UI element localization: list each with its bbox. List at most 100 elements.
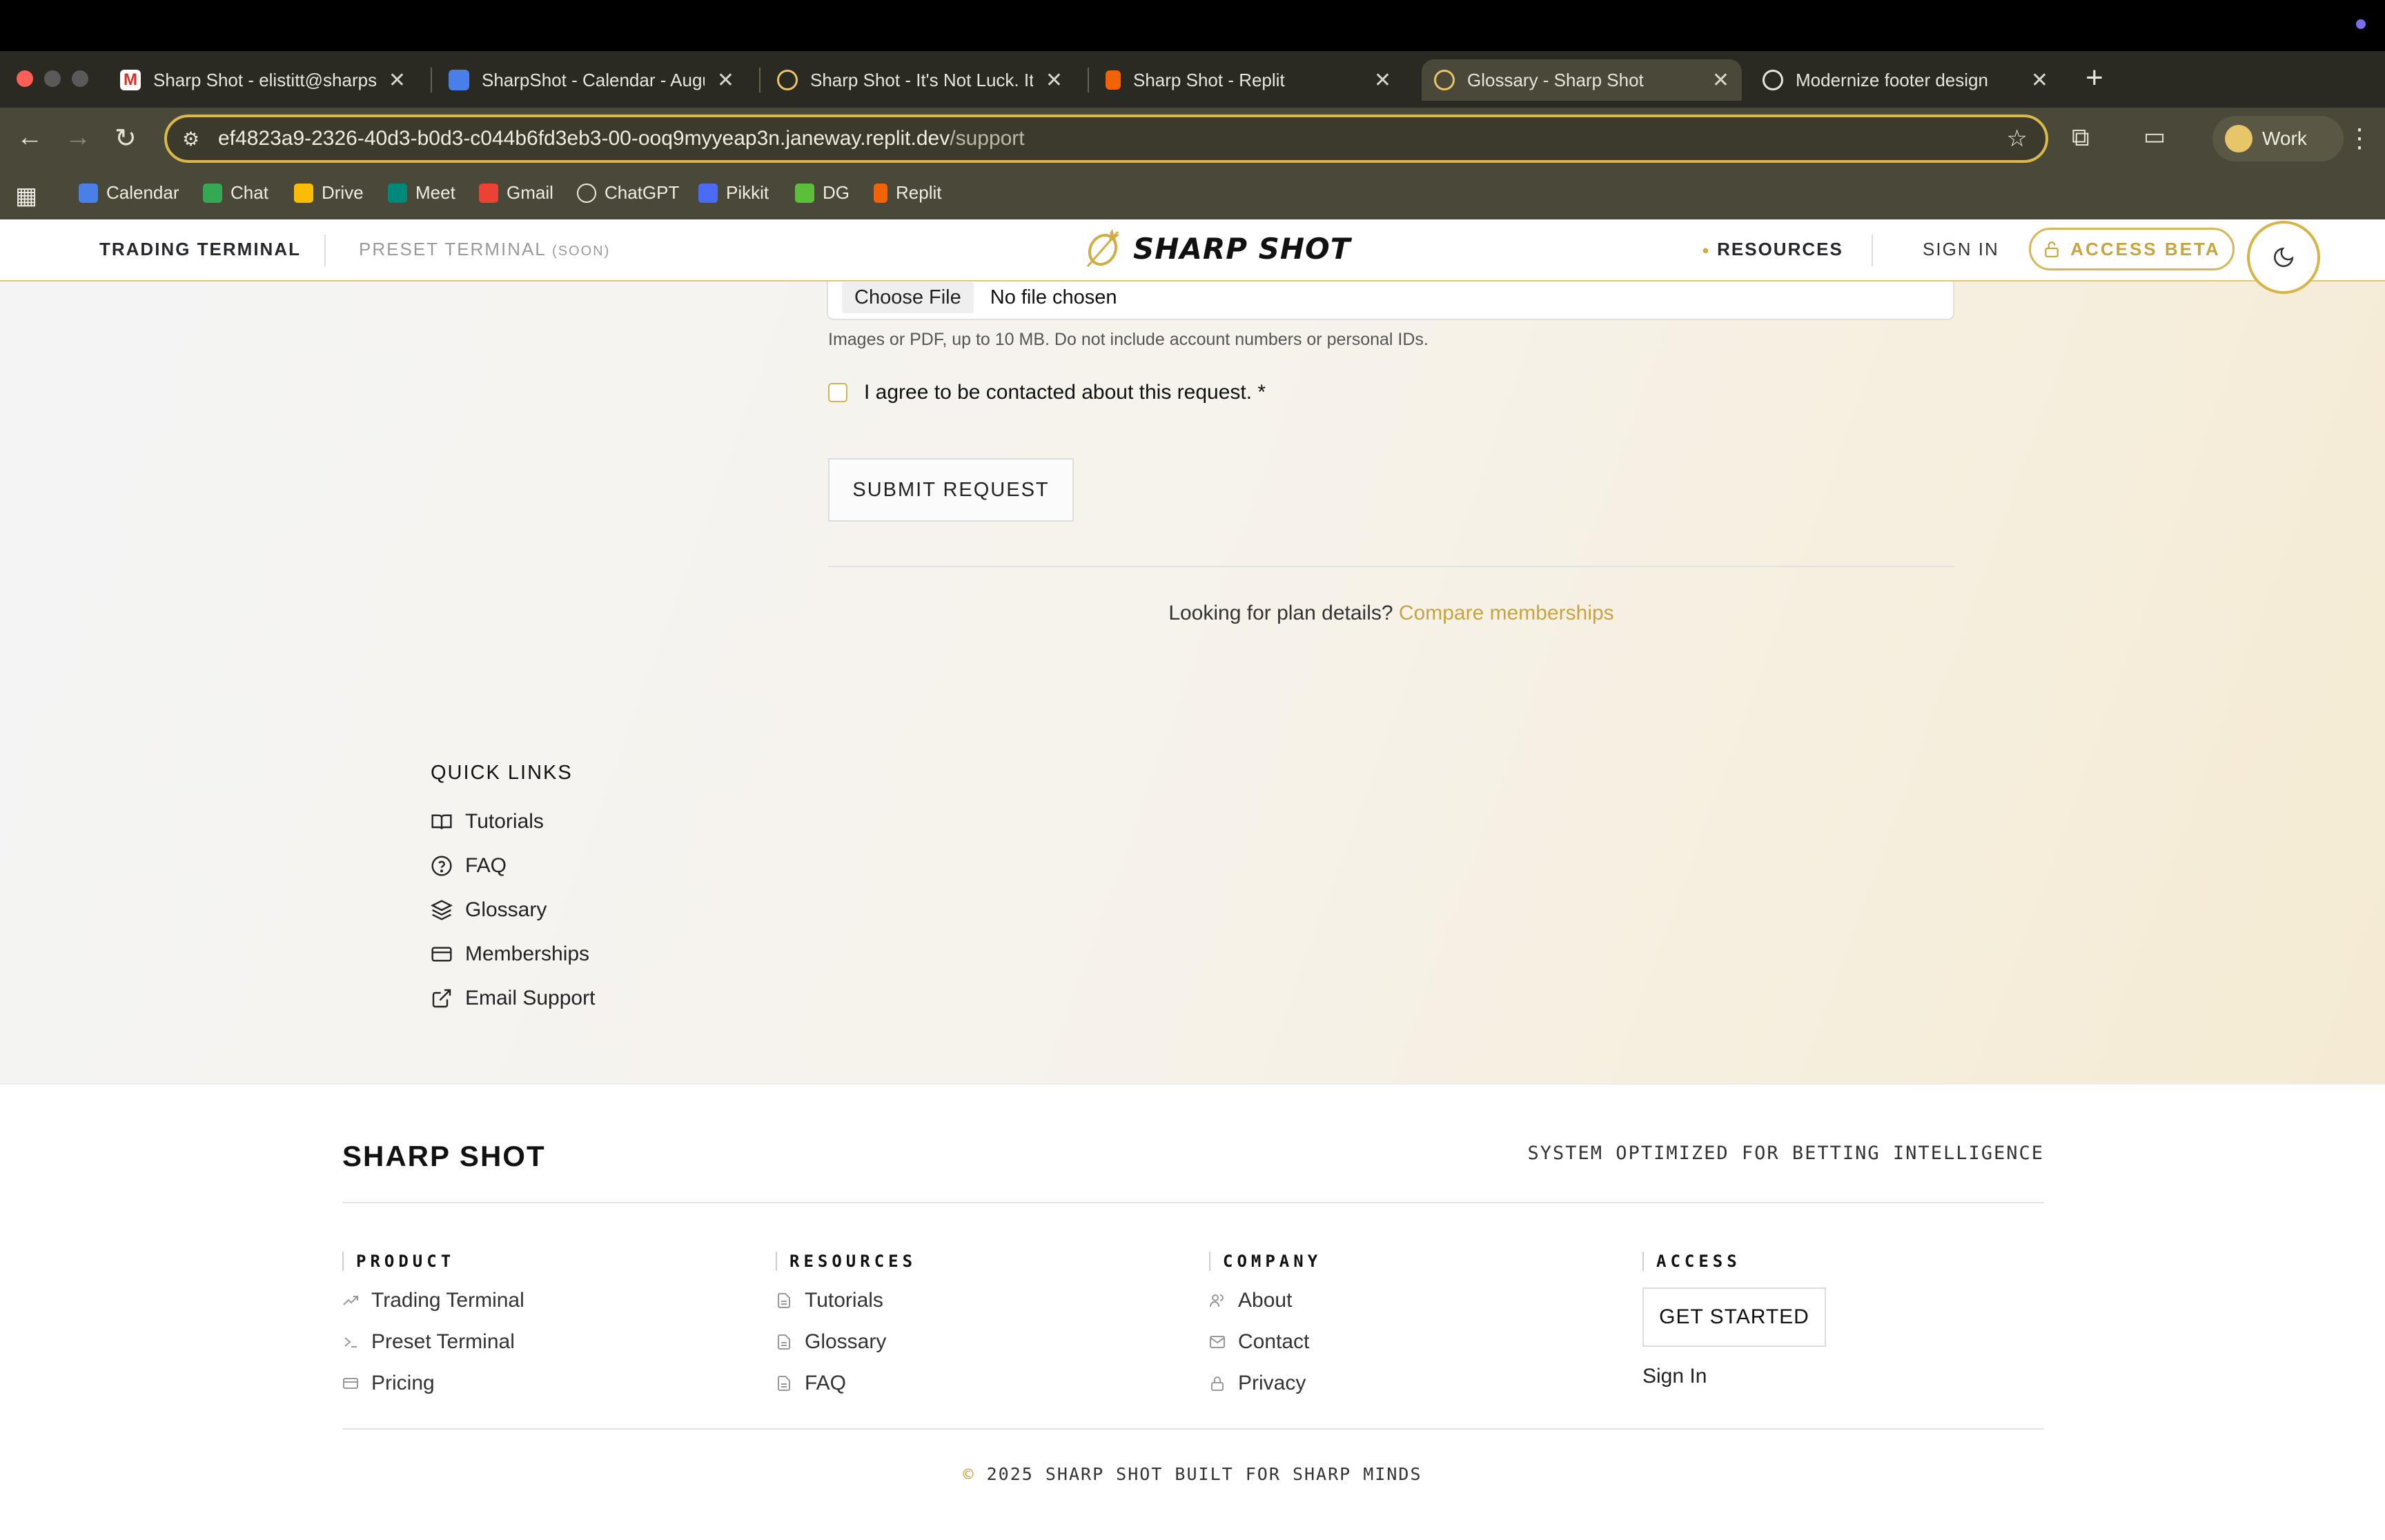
browser-tab-4[interactable]: Sharp Shot - Replit ✕ [1093,59,1404,101]
footer-divider-top [342,1202,2044,1203]
gmail-icon: M [120,70,141,90]
footer-link-glossary[interactable]: Glossary [776,1330,916,1354]
tab-title: Glossary - Sharp Shot [1467,69,1644,90]
nav-preset-terminal[interactable]: PRESET TERMINAL (SOON) [359,239,610,260]
file-upload-field[interactable]: Choose File No file chosen [827,276,1954,320]
quick-link-tutorials[interactable]: Tutorials [431,810,544,833]
choose-file-button[interactable]: Choose File [842,282,974,313]
back-icon[interactable]: ← [17,123,43,152]
minimize-window-button[interactable] [44,70,61,87]
close-tab-icon[interactable]: ✕ [1712,68,1729,92]
browser-tab-2[interactable]: SharpShot - Calendar - Augu ✕ [436,59,747,101]
bookmark-drive[interactable]: Drive [294,182,364,204]
bookmark-calendar[interactable]: Calendar [79,182,179,204]
close-tab-icon[interactable]: ✕ [2031,68,2048,92]
chat-icon [203,183,222,203]
tab-title: Sharp Shot - It's Not Luck. It' [810,69,1033,90]
get-started-button[interactable]: GET STARTED [1642,1287,1826,1347]
nav-trading-terminal[interactable]: TRADING TERMINAL [99,239,301,260]
consent-row[interactable]: I agree to be contacted about this reque… [828,381,1266,404]
theme-toggle-button[interactable] [2247,221,2320,294]
browser-tab-1[interactable]: M Sharp Shot - elistitt@sharpsh ✕ [108,59,418,101]
tab-title: Modernize footer design [1796,69,1988,90]
calendar-icon [79,183,98,203]
footer-link-trading-terminal[interactable]: Trading Terminal [342,1289,524,1312]
close-tab-icon[interactable]: ✕ [1046,68,1063,92]
compare-memberships-link[interactable]: Compare memberships [1399,602,1614,624]
footer-link-about[interactable]: About [1209,1289,1322,1312]
consent-checkbox[interactable] [828,383,847,402]
site-logo[interactable]: SHARP SHOT [1082,228,1351,269]
footer-sign-in-link[interactable]: Sign In [1642,1365,1826,1388]
url-host: ef4823a9-2326-40d3-b0d3-c044b6fd3eb3-00-… [218,127,950,150]
sharpshot-icon [777,70,798,90]
bookmark-star-icon[interactable]: ☆ [2007,125,2028,152]
footer-link-privacy[interactable]: Privacy [1209,1372,1322,1395]
tab-title: SharpShot - Calendar - Augu [482,69,705,90]
chatgpt-icon [1763,70,1783,90]
lock-icon [2045,241,2059,257]
bookmark-chat[interactable]: Chat [203,182,268,204]
bookmark-pikkit[interactable]: Pikkit [698,182,769,204]
profile-label: Work [2262,128,2307,149]
system-top-bar [0,0,2385,51]
submit-request-button[interactable]: SUBMIT REQUEST [828,458,1074,522]
footer-link-pricing[interactable]: Pricing [342,1372,524,1395]
drive-icon [294,183,313,203]
site-settings-icon[interactable]: ⚙ [182,128,199,150]
avatar [2225,125,2252,152]
quick-link-faq[interactable]: FAQ [431,854,507,878]
close-window-button[interactable] [17,70,33,87]
forward-icon[interactable]: → [65,123,91,152]
extensions-icon[interactable]: ⧉ [2072,123,2090,152]
footer-link-contact[interactable]: Contact [1209,1330,1322,1354]
footer-link-tutorials[interactable]: Tutorials [776,1289,916,1312]
bookmark-meet[interactable]: Meet [388,182,455,204]
quick-link-memberships[interactable]: Memberships [431,942,589,966]
browser-tab-5-active[interactable]: Glossary - Sharp Shot ✕ [1422,59,1742,101]
browser-tab-3[interactable]: Sharp Shot - It's Not Luck. It' ✕ [765,59,1075,101]
book-icon [431,814,452,829]
credit-card-icon [431,947,452,962]
copyright: © 2025 SHARP SHOT BUILT FOR SHARP MINDS [0,1464,2385,1484]
maximize-window-button[interactable] [72,70,88,87]
copyright-symbol: © [963,1464,975,1484]
close-tab-icon[interactable]: ✕ [717,68,734,92]
cast-icon[interactable]: ▭ [2143,123,2166,150]
browser-tab-6[interactable]: Modernize footer design ✕ [1750,59,2061,101]
close-tab-icon[interactable]: ✕ [389,68,406,92]
mail-icon [1210,1336,1225,1348]
status-dot [2356,19,2366,29]
bookmark-dg[interactable]: DG [795,182,850,204]
moon-icon [2274,247,2294,267]
new-tab-icon[interactable]: + [2085,61,2103,95]
profile-button[interactable]: Work [2212,116,2344,161]
nav-resources[interactable]: ● RESOURCES [1702,239,1843,260]
footer-link-preset-terminal[interactable]: Preset Terminal [342,1330,524,1354]
address-bar[interactable]: ⚙ ef4823a9-2326-40d3-b0d3-c044b6fd3eb3-0… [164,115,2048,163]
active-dot-icon: ● [1702,243,1711,257]
reload-icon[interactable]: ↻ [115,123,137,154]
bookmark-chatgpt[interactable]: ChatGPT [577,182,679,204]
menu-dots-icon[interactable]: ⋮ [2346,123,2373,154]
bookmark-replit[interactable]: Replit [874,182,941,204]
access-beta-button[interactable]: ACCESS BETA [2029,228,2235,270]
footer-link-faq[interactable]: FAQ [776,1372,916,1395]
credit-card-icon [343,1378,358,1389]
sharpshot-logo-icon [1086,229,1119,267]
file-hint: Images or PDF, up to 10 MB. Do not inclu… [828,330,1429,349]
web-page: Choose File No file chosen Images or PDF… [0,219,2385,1540]
nav-sign-in[interactable]: SIGN IN [1923,239,1999,260]
footer-tagline: SYSTEM OPTIMIZED FOR BETTING INTELLIGENC… [1527,1143,2044,1164]
footer-heading: COMPANY [1209,1252,1322,1271]
replit-icon [874,183,887,203]
apps-grid-icon[interactable]: ▦ [15,182,37,210]
bookmark-gmail[interactable]: Gmail [479,182,553,204]
footer-col-resources: RESOURCES Tutorials Glossary FAQ [776,1252,916,1395]
close-tab-icon[interactable]: ✕ [1374,68,1391,92]
gmail-icon [479,183,498,203]
layers-icon [431,900,453,920]
quick-link-glossary[interactable]: Glossary [431,898,547,922]
quick-link-email-support[interactable]: Email Support [431,987,595,1010]
replit-icon [1106,70,1121,90]
